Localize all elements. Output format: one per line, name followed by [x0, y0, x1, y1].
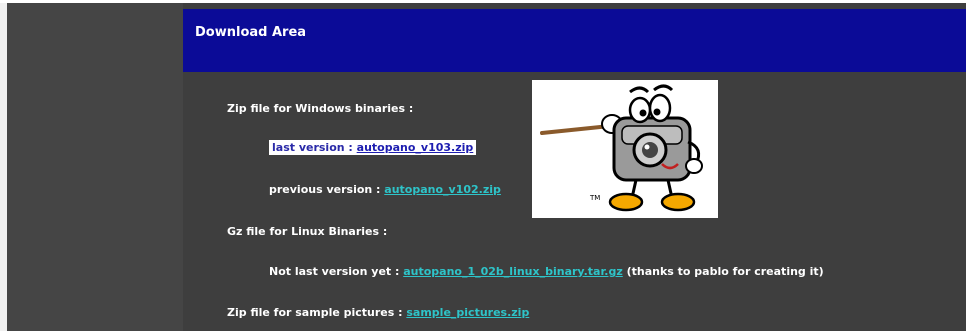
camera-mascot-illustration: TM — [540, 84, 703, 212]
windows-heading: Zip file for Windows binaries : — [227, 102, 414, 115]
windows-last-version-row: last version : autopano_v103.zip — [269, 140, 477, 155]
download-area-header: Download Area — [183, 9, 966, 72]
linux-heading: Gz file for Linux Binaries : — [227, 225, 388, 238]
samples-row: Zip file for sample pictures : sample_pi… — [227, 306, 529, 319]
windows-previous-version-row: previous version : autopano_v102.zip — [269, 183, 501, 196]
svg-text:TM: TM — [589, 194, 600, 202]
samples-label: Zip file for sample pictures : — [227, 306, 407, 319]
linux-row: Not last version yet : autopano_1_02b_li… — [269, 265, 824, 278]
linux-label: Not last version yet : — [269, 265, 404, 278]
autopano-v102-link[interactable]: autopano_v102.zip — [384, 183, 501, 196]
page: Download Area Zip file for Windows binar… — [0, 0, 969, 331]
sample-pictures-link[interactable]: sample_pictures.zip — [406, 306, 529, 319]
camera-mascot-image: TM — [532, 80, 718, 218]
last-version-highlight: last version : autopano_v103.zip — [269, 140, 477, 155]
previous-version-label: previous version : — [269, 183, 385, 196]
page-title: Download Area — [195, 25, 307, 40]
left-sidebar — [0, 3, 183, 331]
download-area-panel: Download Area Zip file for Windows binar… — [183, 3, 966, 331]
left-edge — [0, 3, 7, 331]
linux-note: (thanks to pablo for creating it) — [622, 265, 824, 278]
last-version-label: last version : — [272, 141, 357, 154]
linux-binary-link[interactable]: autopano_1_02b_linux_binary.tar.gz — [403, 265, 623, 278]
autopano-v103-link[interactable]: autopano_v103.zip — [357, 141, 474, 154]
